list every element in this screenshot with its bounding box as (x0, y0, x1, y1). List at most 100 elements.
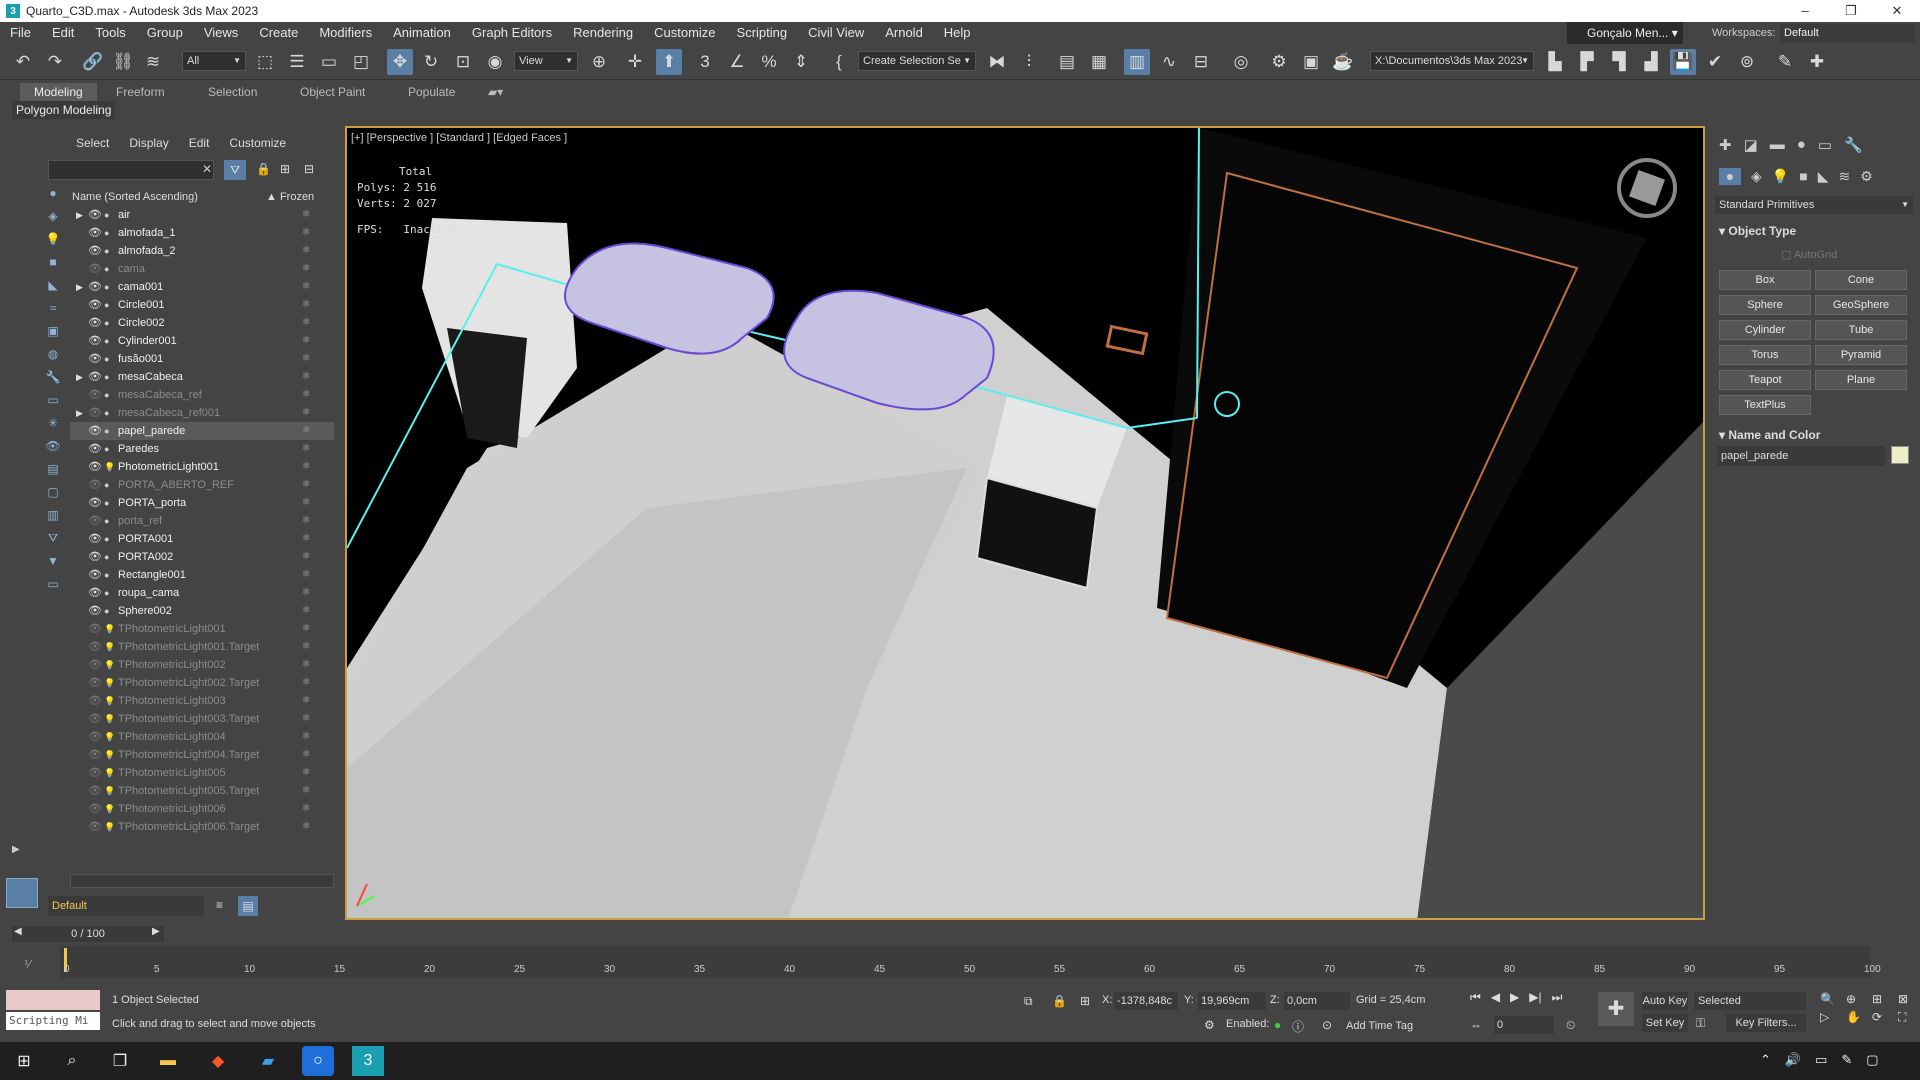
current-frame-field[interactable]: 0 (1494, 1016, 1554, 1034)
select-by-name-icon[interactable]: ☰ (284, 49, 310, 75)
menu-rendering[interactable]: Rendering (563, 22, 644, 44)
frozen-icon[interactable]: ❄ (302, 638, 310, 656)
maxscript-mini-listener[interactable] (6, 990, 100, 1010)
explorer-menu-edit[interactable]: Edit (189, 136, 220, 150)
explorer-row[interactable]: 👁 💡 TPhotometricLight005.Target ❄ (70, 782, 334, 800)
explorer-row[interactable]: 👁 💡 TPhotometricLight006 ❄ (70, 800, 334, 818)
zoom-all-icon[interactable]: ⊕ (1846, 992, 1868, 1006)
tab-populate[interactable]: Populate (408, 83, 455, 101)
orbit-icon[interactable]: ⟳ (1872, 1010, 1894, 1025)
save-icon[interactable]: 💾 (1670, 49, 1696, 75)
geometry-icon[interactable]: ● (1719, 168, 1741, 185)
frozen-icon[interactable]: ❄ (302, 350, 310, 368)
explorer-menu-display[interactable]: Display (129, 136, 178, 150)
undo-icon[interactable]: ↶ (10, 49, 36, 75)
expand-icon[interactable]: ▶ (76, 404, 83, 422)
frozen-icon[interactable]: ❄ (302, 602, 310, 620)
visibility-eye-icon[interactable]: 👁 (88, 746, 102, 764)
frozen-icon[interactable]: ❄ (302, 314, 310, 332)
pan-icon[interactable]: ✋ (1846, 1010, 1868, 1025)
layer-toggle-icon[interactable]: ▤ (238, 896, 258, 916)
display-shapes-icon[interactable]: ◈ (42, 206, 64, 226)
utilities-tab-icon[interactable]: 🔧 (1844, 136, 1863, 154)
frozen-icon[interactable]: ❄ (302, 494, 310, 512)
pyramid-button[interactable]: Pyramid (1815, 345, 1907, 365)
perspective-viewport[interactable]: [+] [Perspective ] [Standard ] [Edged Fa… (345, 126, 1705, 920)
tab-modeling[interactable]: Modeling (20, 83, 97, 101)
visibility-eye-icon[interactable]: 👁 (88, 782, 102, 800)
visibility-eye-icon[interactable]: 👁 (88, 296, 102, 314)
rollout-object-type[interactable]: ▾ Object Type (1719, 224, 1796, 238)
visibility-eye-icon[interactable]: 👁 (88, 242, 102, 260)
link-icon[interactable]: 🔗 (80, 49, 106, 75)
layer-dropdown[interactable]: Default (48, 896, 204, 916)
network-icon[interactable]: ▭ (1815, 1052, 1827, 1068)
explorer-row[interactable]: 👁 💡 TPhotometricLight001 ❄ (70, 620, 334, 638)
coord-y-field[interactable]: 19,969cm (1198, 992, 1266, 1010)
plane-button[interactable]: Plane (1815, 370, 1907, 390)
display-none-icon[interactable]: ▢ (42, 482, 64, 502)
visibility-eye-icon[interactable]: 👁 (88, 368, 102, 386)
visibility-eye-icon[interactable]: 👁 (88, 602, 102, 620)
explorer-row[interactable]: 👁 ● cama ❄ (70, 260, 334, 278)
explorer-search-input[interactable] (48, 160, 214, 180)
frozen-icon[interactable]: ❄ (302, 224, 310, 242)
ribbon-polygon-modeling[interactable]: Polygon Modeling (12, 101, 116, 119)
visibility-eye-icon[interactable]: 👁 (88, 818, 102, 836)
visibility-eye-icon[interactable]: 👁 (88, 476, 102, 494)
explorer-row[interactable]: 👁 ● almofada_1 ❄ (70, 224, 334, 242)
explorer-horizontal-scrollbar[interactable] (70, 874, 334, 888)
render-icon[interactable]: ☕ (1330, 49, 1356, 75)
select-manipulate-icon[interactable]: ✛ (622, 49, 648, 75)
clear-search-icon[interactable]: ✕ (202, 162, 212, 176)
scene-explorer-icon[interactable]: ▤ (1054, 49, 1080, 75)
pen-icon[interactable]: ✎ (1841, 1052, 1852, 1068)
display-groups-icon[interactable]: ▣ (42, 321, 64, 341)
explorer-row[interactable]: 👁 ● Sphere002 ❄ (70, 602, 334, 620)
explorer-row[interactable]: 👁 ● Circle002 ❄ (70, 314, 334, 332)
visibility-eye-icon[interactable]: 👁 (88, 206, 102, 224)
set-key-button[interactable]: Set Key (1642, 1014, 1688, 1032)
visibility-eye-icon[interactable]: 👁 (88, 350, 102, 368)
time-slider[interactable]: 0 / 100 (12, 926, 164, 942)
viewport-label[interactable]: [+] [Perspective ] [Standard ] [Edged Fa… (351, 132, 567, 144)
info-icon[interactable]: ⓘ (1292, 1018, 1304, 1035)
frozen-icon[interactable]: ❄ (302, 404, 310, 422)
schematic-view-icon[interactable]: ⊟ (1188, 49, 1214, 75)
project-path-dropdown[interactable]: X:\Documentos\3ds Max 2023 ▼ (1370, 51, 1534, 71)
column-name[interactable]: Name (Sorted Ascending) (72, 188, 198, 206)
helpers-icon[interactable]: ◣ (1818, 168, 1829, 185)
visibility-eye-icon[interactable]: 👁 (88, 260, 102, 278)
create-tab-icon[interactable]: ✚ (1719, 136, 1732, 154)
mirror-icon[interactable]: ⧓ (984, 49, 1010, 75)
zoom-icon[interactable]: 🔍 (1820, 992, 1842, 1006)
rectangular-selection-icon[interactable]: ▭ (316, 49, 342, 75)
filter-toggle-icon[interactable]: ⛛ (224, 160, 246, 180)
coord-z-field[interactable]: 0,0cm (1284, 992, 1350, 1010)
tab-selection[interactable]: Selection (208, 83, 257, 101)
field-of-view-icon[interactable]: ▷ (1820, 1010, 1842, 1025)
menu-customize[interactable]: Customize (644, 22, 726, 44)
align-icon[interactable]: ⫶ (1016, 49, 1042, 75)
ribbon-options-icon[interactable]: ▰▾ (488, 83, 503, 101)
explorer-row[interactable]: 👁 ● roupa_cama ❄ (70, 584, 334, 602)
menu-create[interactable]: Create (249, 22, 309, 44)
time-config-icon[interactable]: ⏲ (1566, 1018, 1575, 1033)
unlink-icon[interactable]: ⛓ (110, 49, 136, 75)
display-geometry-icon[interactable]: ● (42, 183, 64, 203)
menu-arnold[interactable]: Arnold (875, 22, 934, 44)
layer-stack-icon[interactable]: ≡ (216, 898, 223, 912)
display-hidden-icon[interactable]: 👁 (42, 436, 64, 456)
visibility-eye-icon[interactable]: 👁 (88, 656, 102, 674)
display-invert-icon[interactable]: ▥ (42, 505, 64, 525)
adaptive-degradation-icon[interactable]: ⚙ (1204, 1018, 1215, 1032)
filter-funnel2-icon[interactable]: ▼ (42, 551, 64, 571)
menu-help[interactable]: Help (934, 22, 982, 44)
object-name-field[interactable]: papel_parede (1717, 446, 1885, 466)
explorer-row[interactable]: 👁 ● PORTA002 ❄ (70, 548, 334, 566)
visibility-eye-icon[interactable]: 👁 (88, 278, 102, 296)
frozen-icon[interactable]: ❄ (302, 386, 310, 404)
add-time-tag[interactable]: Add Time Tag (1346, 1020, 1413, 1032)
display-cameras-icon[interactable]: ■ (42, 252, 64, 272)
shapes-icon[interactable]: ◈ (1751, 168, 1762, 185)
